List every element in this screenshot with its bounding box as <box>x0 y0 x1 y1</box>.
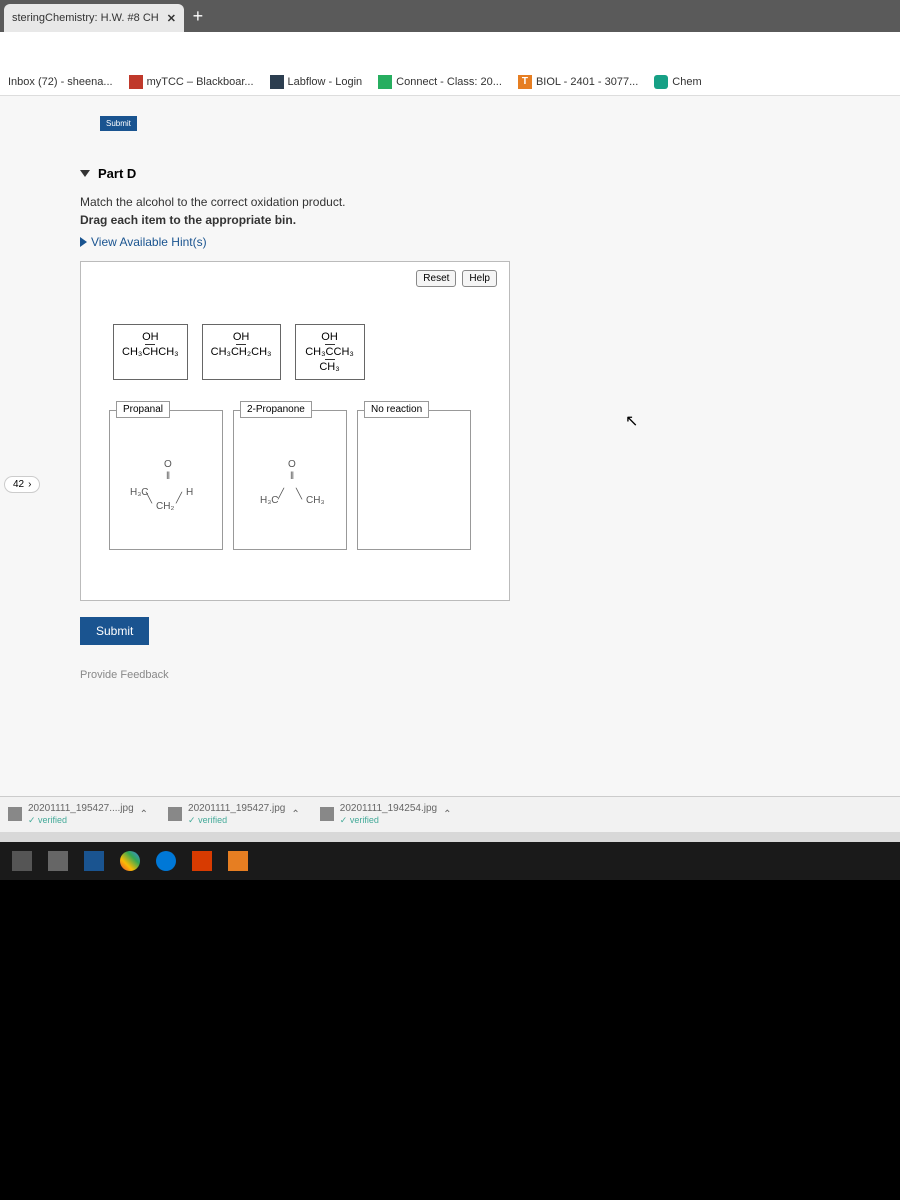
taskbar-app-1[interactable] <box>6 846 38 876</box>
mail-icon <box>84 851 104 871</box>
bookmark-inbox[interactable]: Inbox (72) - sheena... <box>8 76 113 88</box>
browser-tab[interactable]: steringChemistry: H.W. #8 CH ✕ <box>4 4 184 32</box>
page-content: Submit 42 › Part D Match the alcohol to … <box>0 96 900 832</box>
browser-toolbar <box>0 32 900 68</box>
page-nav-button[interactable]: 42 › <box>4 476 40 493</box>
instruction-text: Drag each item to the appropriate bin. <box>80 213 900 227</box>
submit-button[interactable]: Submit <box>80 617 149 645</box>
taskbar-app-4[interactable] <box>114 846 146 876</box>
question-part: Part D Match the alcohol to the correct … <box>80 166 900 681</box>
drag-items-row: OH CH₃CHCH₃ OH CH₃CH₂CH₃ OH CH₃CCH₃ <box>113 324 497 380</box>
structure-diagram: O ‖ H₃C ╱ ╲ CH₃ <box>234 431 346 537</box>
bookmark-icon <box>129 75 143 89</box>
bookmark-icon <box>654 75 668 89</box>
bookmarks-bar: Inbox (72) - sheena... myTCC – Blackboar… <box>0 68 900 96</box>
part-header[interactable]: Part D <box>80 166 900 181</box>
taskbar-app-6[interactable] <box>186 846 218 876</box>
taskbar-app-3[interactable] <box>78 846 110 876</box>
drag-item-alcohol-2[interactable]: OH CH₃CH₂CH₃ <box>202 324 281 380</box>
bookmark-labflow[interactable]: Labflow - Login <box>270 75 363 89</box>
download-item[interactable]: 20201111_195427....jpg✓ verified ⌃ <box>8 803 148 826</box>
chevron-right-icon <box>80 237 87 247</box>
image-file-icon <box>168 807 182 821</box>
help-button[interactable]: Help <box>462 270 497 287</box>
chevron-right-icon: › <box>28 479 31 490</box>
tab-title: steringChemistry: H.W. #8 CH <box>12 12 159 24</box>
drop-bin-propanone[interactable]: 2-Propanone O ‖ H₃C ╱ ╲ CH₃ <box>233 410 347 550</box>
chevron-up-icon[interactable]: ⌃ <box>443 809 451 820</box>
taskbar-app-2[interactable] <box>42 846 74 876</box>
drop-bins-row: Propanal O ‖ H₃C ╲ CH₂ ╱ H <box>109 410 497 550</box>
app-icon <box>228 851 248 871</box>
download-item[interactable]: 20201111_195427.jpg✓ verified ⌃ <box>168 803 300 826</box>
chevron-down-icon <box>80 170 90 177</box>
close-icon[interactable]: ✕ <box>167 12 176 25</box>
taskbar-app-5[interactable] <box>150 846 182 876</box>
taskbar-app-7[interactable] <box>222 846 254 876</box>
downloads-bar: 20201111_195427....jpg✓ verified ⌃ 20201… <box>0 796 900 832</box>
edge-icon <box>156 851 176 871</box>
drag-item-alcohol-3[interactable]: OH CH₃CCH₃ CH₃ <box>295 324 365 380</box>
folder-icon <box>48 851 68 871</box>
bookmark-connect[interactable]: Connect - Class: 20... <box>378 75 502 89</box>
image-file-icon <box>8 807 22 821</box>
image-file-icon <box>320 807 334 821</box>
new-tab-button[interactable]: + <box>184 6 212 27</box>
browser-tab-bar: steringChemistry: H.W. #8 CH ✕ + <box>0 0 900 32</box>
windows-taskbar <box>0 842 900 880</box>
chevron-up-icon[interactable]: ⌃ <box>140 809 148 820</box>
bookmark-icon <box>378 75 392 89</box>
reset-button[interactable]: Reset <box>416 270 456 287</box>
chrome-icon <box>120 851 140 871</box>
drop-bin-propanal[interactable]: Propanal O ‖ H₃C ╲ CH₂ ╱ H <box>109 410 223 550</box>
drop-bin-noreaction[interactable]: No reaction <box>357 410 471 550</box>
bookmark-chem[interactable]: Chem <box>654 75 701 89</box>
bookmark-mytcc[interactable]: myTCC – Blackboar... <box>129 75 254 89</box>
chevron-up-icon[interactable]: ⌃ <box>291 809 299 820</box>
drag-item-alcohol-1[interactable]: OH CH₃CHCH₃ <box>113 324 188 380</box>
provide-feedback-link[interactable]: Provide Feedback <box>80 669 900 681</box>
view-hints-link[interactable]: View Available Hint(s) <box>80 235 900 249</box>
flask-icon <box>270 75 284 89</box>
download-item[interactable]: 20201111_194254.jpg✓ verified ⌃ <box>320 803 452 826</box>
instruction-text: Match the alcohol to the correct oxidati… <box>80 195 900 209</box>
drag-drop-workspace: Reset Help OH CH₃CHCH₃ OH CH₃CH₂CH₃ <box>80 261 510 601</box>
bookmark-icon: T <box>518 75 532 89</box>
bookmark-biol[interactable]: TBIOL - 2401 - 3077... <box>518 75 638 89</box>
structure-diagram: O ‖ H₃C ╲ CH₂ ╱ H <box>110 431 222 537</box>
status-badge: Submit <box>100 116 137 131</box>
app-icon <box>192 851 212 871</box>
app-icon <box>12 851 32 871</box>
